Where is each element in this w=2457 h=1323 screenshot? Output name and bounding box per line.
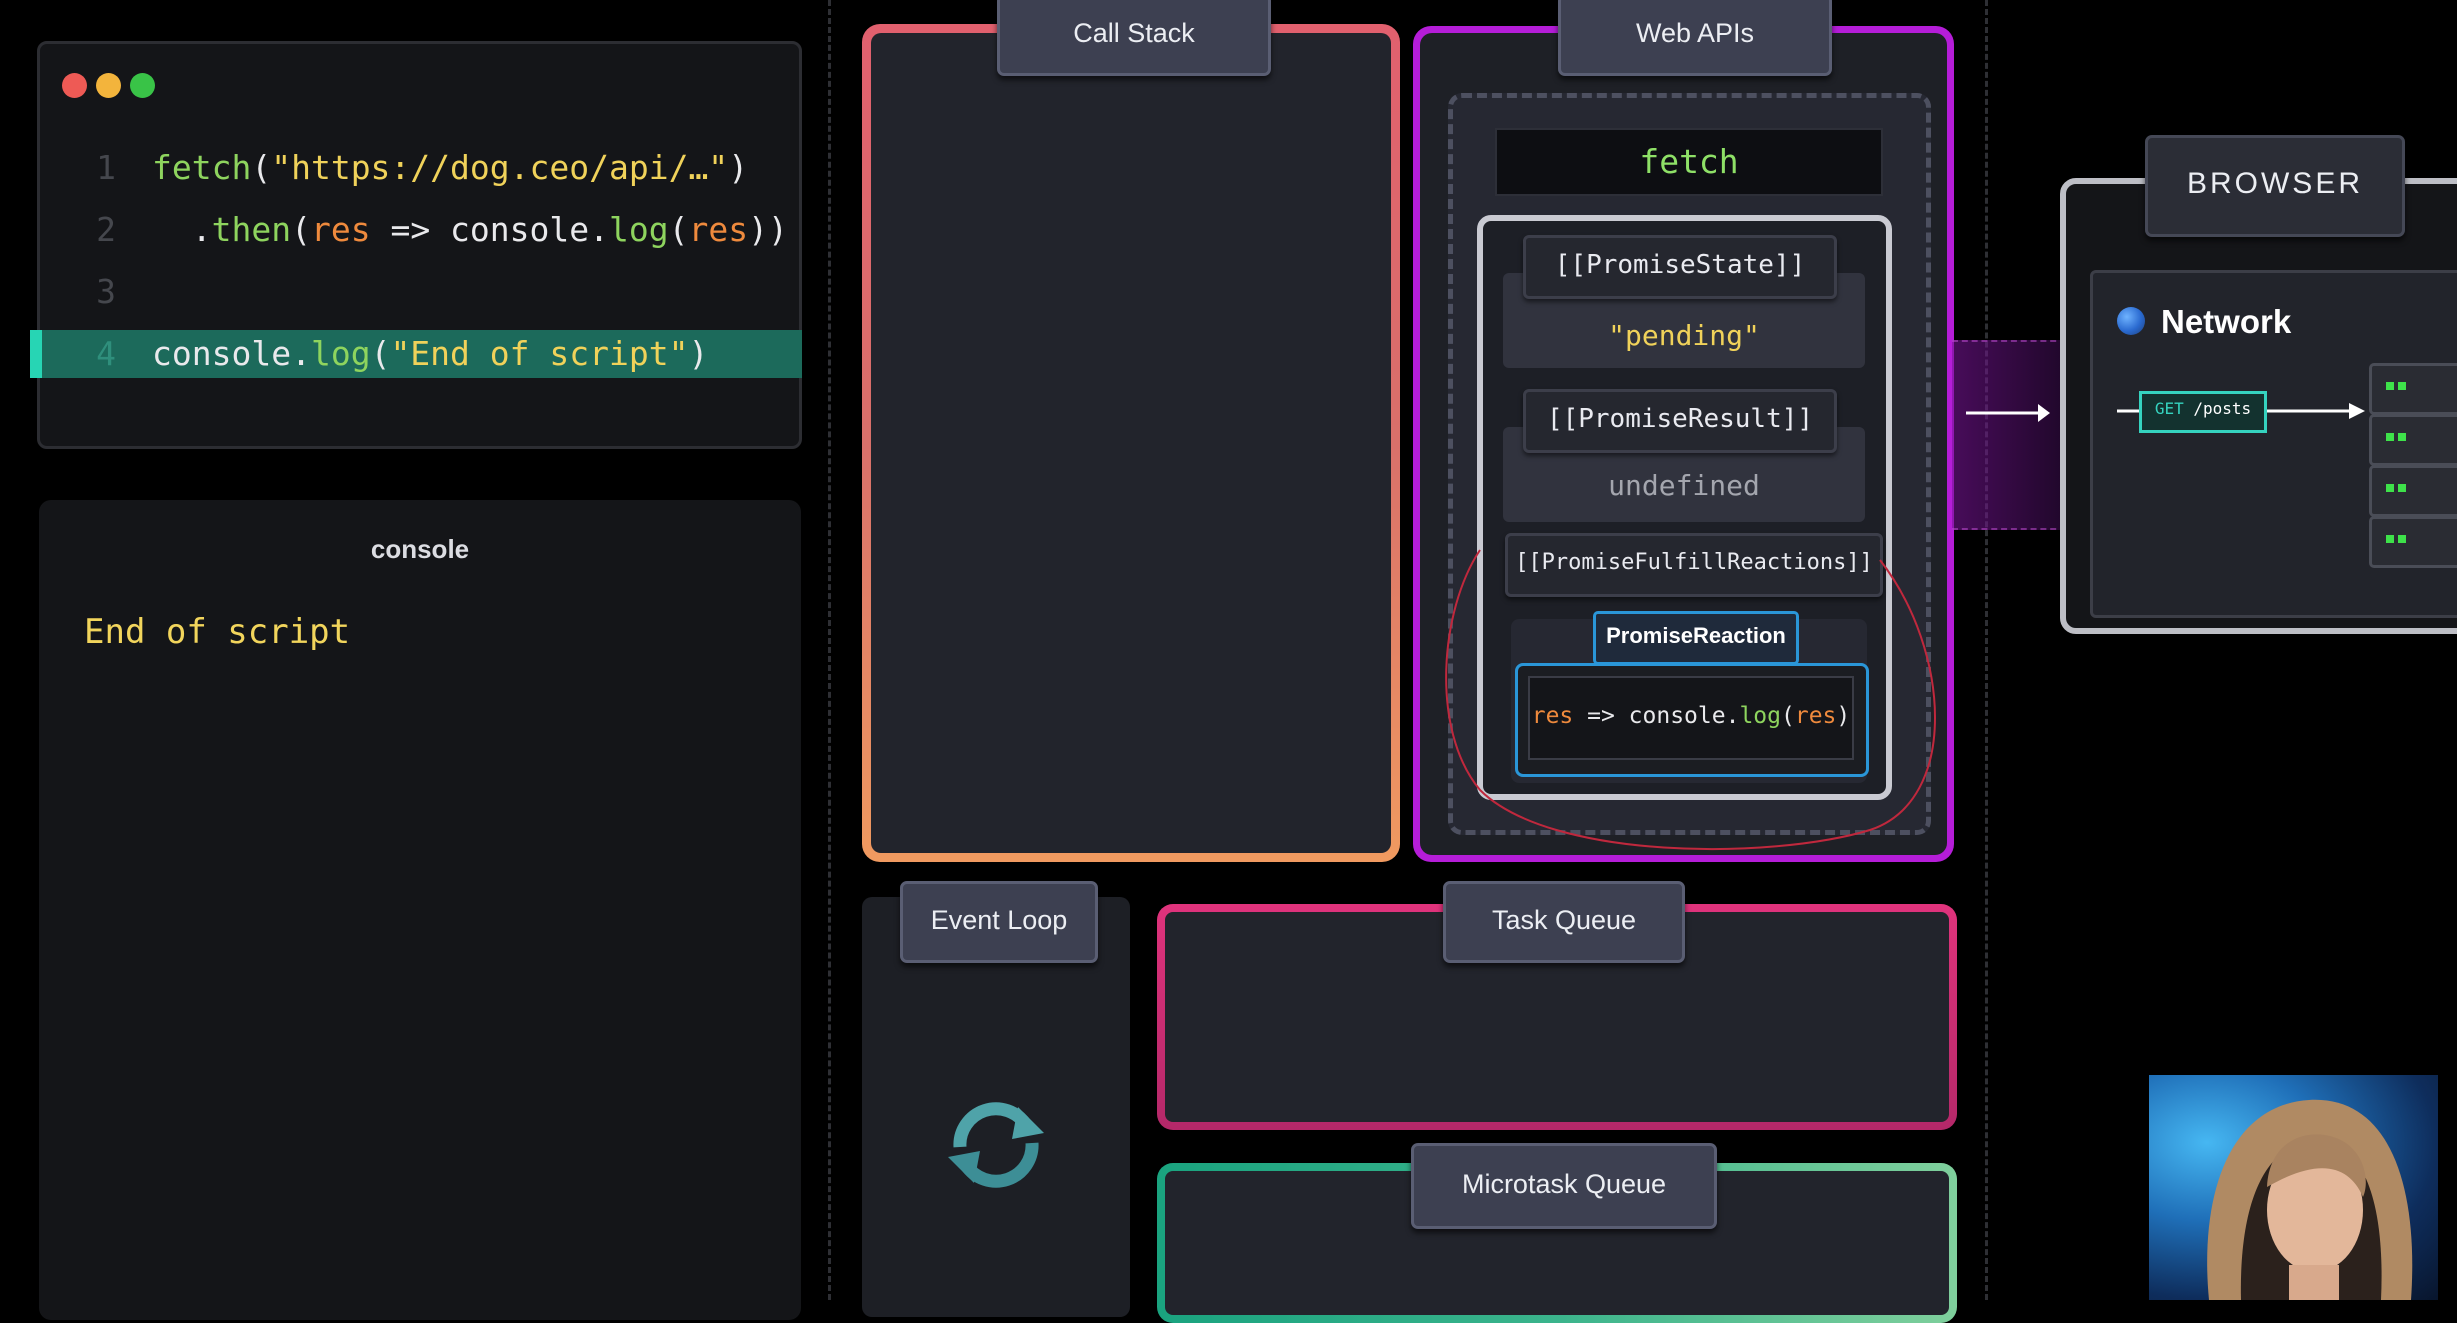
- promise-state-value: "pending": [1608, 319, 1760, 352]
- console-panel: console End of script: [39, 500, 801, 1320]
- line-number: 2: [96, 210, 116, 249]
- server-led: [2398, 484, 2406, 492]
- server-led: [2386, 535, 2394, 543]
- browser-panel: Network GET /posts: [2060, 178, 2457, 634]
- code-line: 4 console.log("End of script"): [30, 330, 802, 378]
- call-stack-panel: [862, 24, 1400, 862]
- code-token: ): [728, 148, 749, 187]
- code-token: res: [310, 210, 371, 249]
- separator-right: [1985, 0, 1988, 1300]
- server-led: [2398, 433, 2406, 441]
- arrow-right-icon: [1966, 404, 2050, 422]
- code-token: (: [668, 210, 689, 249]
- request-path: /posts: [2193, 399, 2252, 418]
- web-apis-label: Web APIs: [1558, 0, 1832, 76]
- server-unit: [2369, 363, 2457, 415]
- browser-label: BROWSER: [2145, 135, 2405, 237]
- code-token: ): [688, 334, 709, 373]
- code-editor: 1 fetch("https://dog.ceo/api/…") 2 .then(r…: [30, 41, 802, 449]
- line-code: fetch("https://dog.ceo/api/…"): [152, 144, 748, 192]
- console-output: End of script: [84, 612, 351, 652]
- call-stack-label: Call Stack: [997, 0, 1271, 76]
- server-led: [2398, 535, 2406, 543]
- server-unit: [2369, 414, 2457, 466]
- code-token: res: [688, 210, 749, 249]
- request-badge: GET /posts: [2139, 391, 2267, 433]
- call-stack-area: [871, 33, 1391, 853]
- server-led: [2386, 382, 2394, 390]
- code-token: => console.: [370, 210, 609, 249]
- code-token: (: [370, 334, 391, 373]
- separator-left: [828, 0, 831, 1300]
- code-token: fetch: [152, 148, 252, 187]
- code-token: )): [748, 210, 788, 249]
- server-led: [2386, 484, 2394, 492]
- window-maximize-dot[interactable]: [130, 73, 155, 98]
- promise-result-value: undefined: [1608, 469, 1760, 502]
- code-token: log: [310, 334, 371, 373]
- web-apis-browser-connector: [1952, 340, 2066, 530]
- line-number: 3: [96, 272, 116, 311]
- promise-state-label: [[PromiseState]]: [1523, 235, 1837, 299]
- code-token: .: [152, 210, 212, 249]
- code-token: "https://dog.ceo/api/…": [271, 148, 729, 187]
- server-led: [2386, 433, 2394, 441]
- code-line: 2 .then(res => console.log(res)): [40, 206, 802, 254]
- line-code: .then(res => console.log(res)): [152, 206, 788, 254]
- network-label: Network: [2161, 303, 2292, 340]
- presenter-figure: [2207, 1099, 2413, 1300]
- server-unit: [2369, 516, 2457, 568]
- globe-icon: [2117, 307, 2145, 335]
- microtask-queue-label: Microtask Queue: [1411, 1143, 1717, 1229]
- code-line: 1 fetch("https://dog.ceo/api/…"): [40, 144, 802, 192]
- line-number: 1: [96, 148, 116, 187]
- server-led: [2398, 382, 2406, 390]
- refresh-icon: [948, 1102, 1044, 1188]
- code-token: (: [251, 148, 272, 187]
- window-close-dot[interactable]: [62, 73, 87, 98]
- line-number: 4: [96, 334, 116, 373]
- code-token: then: [211, 210, 292, 249]
- event-loop-label: Event Loop: [900, 881, 1098, 963]
- line-code: console.log("End of script"): [152, 330, 708, 378]
- window-minimize-dot[interactable]: [96, 73, 121, 98]
- code-token: (: [291, 210, 311, 249]
- promise-result-label: [[PromiseResult]]: [1523, 389, 1837, 453]
- task-queue-label: Task Queue: [1443, 881, 1685, 963]
- server-unit: [2369, 465, 2457, 517]
- code-line: 3: [40, 268, 802, 316]
- request-method: GET: [2154, 399, 2184, 418]
- network-panel: Network GET /posts: [2090, 270, 2457, 618]
- code-token: "End of script": [390, 334, 689, 373]
- console-title: console: [370, 534, 470, 564]
- code-token: log: [609, 210, 669, 249]
- annotation-circle: [1445, 549, 1936, 851]
- code-token: console.: [152, 334, 311, 373]
- active-line-marker: [30, 330, 42, 378]
- presenter-webcam: [2149, 1075, 2438, 1300]
- fetch-label: fetch: [1495, 128, 1883, 196]
